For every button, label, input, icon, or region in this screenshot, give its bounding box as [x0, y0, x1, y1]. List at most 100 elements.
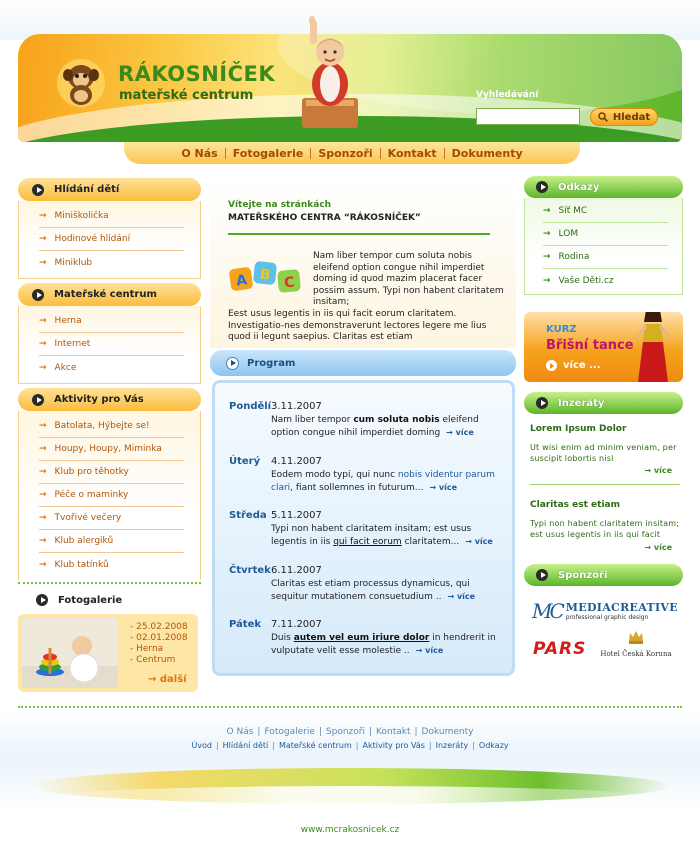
monkey-logo-icon [57, 59, 105, 107]
sidebar-item-akce[interactable]: → Akce [39, 356, 184, 379]
course-banner[interactable]: KURZ Břišní tance více ... [524, 312, 683, 382]
footer-link[interactable]: O Nás [227, 727, 254, 737]
nav-item-kontakt[interactable]: Kontakt [381, 147, 444, 160]
ad-title[interactable]: Claritas est etiam [530, 500, 680, 510]
arrow-bullet-icon [536, 569, 548, 581]
footer-link[interactable]: Aktivity pro Vás [363, 741, 425, 750]
footer-link[interactable]: Kontakt [376, 727, 410, 737]
more-link[interactable]: → více [446, 428, 474, 437]
sidebar-item-klub-tatinku[interactable]: → Klub tatínků [39, 553, 184, 576]
site-title[interactable]: RÁKOSNÍČEK [118, 62, 275, 86]
ads-title: Inzeráty [558, 397, 605, 409]
day-name: Úterý [229, 456, 261, 467]
nav-item-fotogalerie[interactable]: Fotogalerie [226, 147, 311, 160]
sponsor-hotel-ceska-koruna[interactable]: Hotel Česká Koruna [598, 630, 674, 658]
ad-more-link[interactable]: → více [644, 466, 672, 475]
day-date: 6.11.2007 [271, 565, 322, 576]
ads-header-wrap: Inzeráty [524, 392, 683, 414]
nav-item-o-nas[interactable]: O Nás [174, 147, 224, 160]
link-item-rodina[interactable]: → Rodina [543, 246, 668, 269]
section-header-aktivity[interactable]: Aktivity pro Vás [18, 388, 201, 411]
sponsor-pars[interactable]: PARS [533, 639, 586, 659]
gallery-item[interactable]: - 25.02.2008 [130, 622, 188, 633]
footer-link[interactable]: Sponzoři [326, 727, 365, 737]
sidebar-item-hodinove-hlidani[interactable]: → Hodinové hlídání [39, 228, 184, 251]
gallery-item[interactable]: - Herna [130, 644, 188, 655]
arrow-right-icon: → [543, 206, 551, 216]
sponsors-header-wrap: Sponzoři [524, 564, 683, 586]
day-text-part: , fiant sollemnes in futurum... [290, 482, 424, 493]
more-link[interactable]: → více [416, 646, 444, 655]
ad-item: Claritas est etiam Typi non habent clari… [530, 500, 680, 552]
footer-separator: | [215, 741, 219, 750]
sidebar-item-pece-o-maminky[interactable]: → Péče o maminky [39, 484, 184, 507]
footer-link[interactable]: Mateřské centrum [279, 741, 352, 750]
gallery-item[interactable]: - Centrum [130, 655, 188, 666]
arrow-bullet-icon [32, 183, 44, 196]
course-more-link[interactable]: více ... [546, 360, 601, 371]
link-item-lom[interactable]: → LOM [543, 223, 668, 246]
links-header[interactable]: Odkazy [524, 176, 683, 198]
arrow-right-icon: → [39, 362, 47, 373]
footer-link[interactable]: Odkazy [479, 741, 509, 750]
footer-link[interactable]: Inzeráty [436, 741, 469, 750]
day-date: 4.11.2007 [271, 456, 322, 467]
sidebar-item-miniskolicka[interactable]: → Miniškolička [39, 205, 184, 228]
nav-item-dokumenty[interactable]: Dokumenty [445, 147, 530, 160]
mediacreative-mark: MC [532, 599, 565, 623]
ad-title[interactable]: Lorem Ipsum Dolor [530, 424, 680, 434]
link-item-vase-deti[interactable]: → Vaše Děti.cz [543, 269, 668, 292]
search-input[interactable] [476, 108, 580, 125]
more-link[interactable]: → více [447, 592, 475, 601]
footer-link[interactable]: Hlídání dětí [223, 741, 269, 750]
link-item-sit-mc[interactable]: → Síť MC [543, 200, 668, 223]
svg-text:C: C [283, 275, 295, 292]
sidebar-item-tvorive-vecery[interactable]: → Tvořivé večery [39, 507, 184, 530]
left-sidebar: Hlídání dětí → Miniškolička → Hodinové hlí… [18, 178, 201, 584]
sidebar-item-houpy-miminka[interactable]: → Houpy, Houpy, Miminka [39, 438, 184, 461]
more-link[interactable]: → více [429, 483, 457, 492]
sidebar-item-label: Klub tatínků [54, 559, 109, 570]
gallery-item[interactable]: - 02.01.2008 [130, 633, 188, 644]
sidebar-item-internet[interactable]: → Internet [39, 333, 184, 356]
sidebar-item-label: Tvořivé večery [54, 513, 122, 523]
program-header[interactable]: Program [210, 350, 516, 376]
sponsor-mediacreative[interactable]: MC MEDIACREATIVE professional graphic de… [532, 598, 678, 624]
ad-item: Lorem Ipsum Dolor Ut wisi enim ad minim … [530, 424, 680, 485]
footer-separator: | [428, 741, 432, 750]
gallery-list: - 25.02.2008 - 02.01.2008 - Herna - Cent… [130, 622, 188, 666]
section-header-hlidani-deti[interactable]: Hlídání dětí [18, 178, 201, 201]
gallery-header[interactable]: Fotogalerie [18, 590, 201, 610]
sidebar-item-herna[interactable]: → Herna [39, 310, 184, 333]
day-text-bold-underline: autem vel eum iriure dolor [293, 633, 430, 643]
footer-link[interactable]: Fotogalerie [264, 727, 314, 737]
nav-item-sponzori[interactable]: Sponzoři [311, 147, 379, 160]
ads-header[interactable]: Inzeráty [524, 392, 683, 414]
welcome-panel: Vítejte na stránkách MATEŘSKÉHO CENTRA “… [210, 178, 516, 348]
ad-more-link[interactable]: → více [644, 543, 672, 552]
footer-separator: | [257, 727, 261, 737]
arrow-right-icon: → [39, 513, 47, 523]
footer-divider [18, 706, 682, 708]
footer-nav-secondary: Úvod | Hlídání dětí | Mateřské centrum | Aktiv… [0, 741, 700, 750]
svg-text:B: B [259, 267, 271, 284]
arrow-right-icon: → [39, 559, 47, 570]
gallery-photo[interactable] [22, 618, 118, 688]
footer-url[interactable]: www.mcrakosnicek.cz [0, 825, 700, 835]
sponsors-header[interactable]: Sponzoři [524, 564, 683, 586]
arrow-right-icon: → [39, 490, 47, 500]
sidebar-item-batolata[interactable]: → Batolata, Hýbejte se! [39, 415, 184, 438]
footer-link[interactable]: Úvod [191, 741, 212, 750]
sidebar-item-klub-alergiku[interactable]: → Klub alergiků [39, 530, 184, 553]
search-button[interactable]: Hledat [590, 108, 658, 126]
gallery-more-link[interactable]: → další [148, 674, 187, 685]
search-label: Vyhledávání [476, 90, 539, 100]
footer-link[interactable]: Dokumenty [422, 727, 474, 737]
sidebar-item-miniklub[interactable]: → Miniklub [39, 251, 184, 274]
section-menu: → Miniškolička → Hodinové hlídání → Miniklu… [18, 201, 201, 279]
more-link[interactable]: → více [465, 537, 493, 546]
sidebar-item-label: Internet [54, 339, 91, 349]
crown-icon [629, 631, 643, 644]
sidebar-item-klub-pro-tehotky[interactable]: → Klub pro těhotky [39, 461, 184, 484]
section-header-materske-centrum[interactable]: Mateřské centrum [18, 283, 201, 306]
